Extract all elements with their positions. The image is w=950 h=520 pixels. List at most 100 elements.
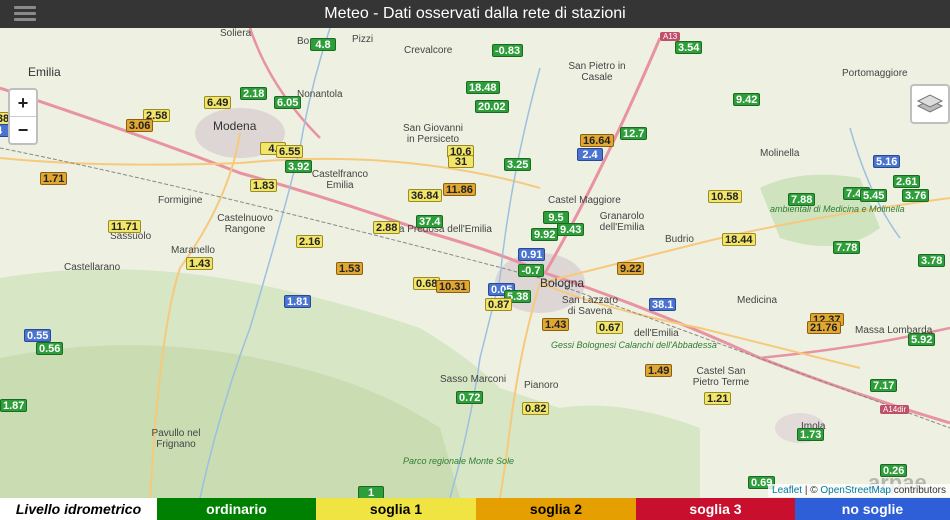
- station-marker[interactable]: 38.1: [649, 298, 677, 311]
- station-marker[interactable]: 9.22: [617, 262, 645, 275]
- station-marker[interactable]: 5.45: [860, 189, 888, 202]
- station-marker[interactable]: 3.25: [504, 158, 532, 171]
- map-attribution: Leaflet | © OpenStreetMap contributors: [768, 484, 950, 497]
- station-marker[interactable]: 6.05: [274, 96, 302, 109]
- station-marker[interactable]: 2.4: [577, 148, 603, 161]
- place-molinella: Molinella: [760, 148, 800, 159]
- station-marker[interactable]: 0.55: [24, 329, 52, 342]
- place-sasso-marconi: Sasso Marconi: [440, 374, 507, 385]
- station-marker[interactable]: 0.67: [596, 321, 624, 334]
- zoom-in-button[interactable]: +: [10, 90, 36, 116]
- place-san-lazzaro: San Lazzaro di Savena: [561, 295, 619, 317]
- place-castelfranco-emilia: Castelfranco Emilia: [311, 169, 369, 191]
- station-marker[interactable]: 10.58: [708, 190, 742, 203]
- station-marker[interactable]: 9.42: [733, 93, 761, 106]
- place-bologna: Bologna: [540, 276, 585, 290]
- station-marker[interactable]: 1.81: [284, 295, 312, 308]
- station-marker[interactable]: 0.72: [456, 391, 484, 404]
- station-marker[interactable]: 5.92: [908, 333, 936, 346]
- place-castel-maggiore: Castel Maggiore: [548, 195, 621, 206]
- station-marker[interactable]: 31: [448, 155, 474, 168]
- station-marker[interactable]: 5.16: [873, 155, 901, 168]
- station-marker[interactable]: 2.61: [893, 175, 921, 188]
- place-medicina: Medicina: [737, 295, 778, 306]
- station-marker[interactable]: 1.73: [797, 428, 825, 441]
- station-marker[interactable]: 1.71: [40, 172, 68, 185]
- place-castelnuovo-rangone: Castelnuovo Rangone: [217, 213, 273, 235]
- station-marker[interactable]: 1.87: [0, 399, 28, 412]
- station-marker[interactable]: 3.54: [675, 41, 703, 54]
- station-marker[interactable]: 0.87: [485, 298, 513, 311]
- station-marker[interactable]: 7.17: [870, 379, 898, 392]
- station-marker[interactable]: 18.48: [466, 81, 500, 94]
- place-nonantola: Nonantola: [297, 89, 343, 100]
- place-formigine: Formigine: [158, 195, 203, 206]
- station-marker[interactable]: 16.64: [580, 134, 614, 147]
- station-marker[interactable]: 1.49: [645, 364, 673, 377]
- legend-soglia-2: soglia 2: [476, 498, 636, 520]
- place-castellarano: Castellarano: [64, 262, 121, 273]
- place-crevalcore: Crevalcore: [404, 45, 453, 56]
- station-marker[interactable]: 3.06: [126, 119, 154, 132]
- station-marker[interactable]: 1: [358, 486, 384, 498]
- attribution-sep: | ©: [802, 485, 821, 496]
- station-marker[interactable]: 9.92: [531, 228, 559, 241]
- station-marker[interactable]: 7.78: [833, 241, 861, 254]
- station-marker[interactable]: 1.43: [542, 318, 570, 331]
- station-marker[interactable]: 10.31: [436, 280, 470, 293]
- place-maranello: Maranello: [171, 245, 215, 256]
- station-marker[interactable]: 3.76: [902, 189, 930, 202]
- place-ozzano: dell'Emilia: [634, 328, 679, 339]
- road-a14dir: A14dir: [880, 405, 910, 414]
- leaflet-link[interactable]: Leaflet: [772, 485, 802, 496]
- station-marker[interactable]: 11.71: [108, 220, 141, 233]
- osm-link[interactable]: OpenStreetMap: [820, 485, 891, 496]
- station-marker[interactable]: -0.83: [492, 44, 524, 57]
- place-gessi: Gessi Bolognesi Calanchi dell'Abbadessa: [551, 340, 717, 350]
- place-pianoro: Pianoro: [524, 380, 559, 391]
- station-marker[interactable]: 1.43: [186, 257, 214, 270]
- map-view[interactable]: Soliera Bo Pizzi Crevalcore San Pietro i…: [0, 28, 950, 498]
- zoom-out-button[interactable]: −: [10, 116, 36, 143]
- station-marker[interactable]: 4.8: [310, 38, 336, 51]
- place-portomaggiore: Portomaggiore: [842, 68, 908, 79]
- station-marker[interactable]: 1.21: [704, 392, 732, 405]
- app-header: Meteo - Dati osservati dalla rete di sta…: [0, 0, 950, 28]
- station-marker[interactable]: 0.82: [522, 402, 550, 415]
- station-marker[interactable]: 0.56: [36, 342, 64, 355]
- station-marker[interactable]: 18.44: [722, 233, 756, 246]
- station-marker[interactable]: 36.84: [408, 189, 442, 202]
- station-marker[interactable]: 20.02: [475, 100, 509, 113]
- station-marker[interactable]: 7.88: [788, 193, 816, 206]
- station-marker[interactable]: -0.7: [518, 264, 544, 277]
- station-marker[interactable]: 11.86: [443, 183, 476, 196]
- place-emilia-frag: Emilia: [28, 65, 61, 79]
- place-san-pietro-in-casale: San Pietro in Casale: [568, 61, 626, 83]
- place-granarolo: Granarolo dell'Emilia: [599, 211, 645, 233]
- station-marker[interactable]: 3.78: [918, 254, 946, 267]
- station-marker[interactable]: 6.49: [204, 96, 232, 109]
- station-marker[interactable]: 2.18: [240, 87, 268, 100]
- legend-ordinario: ordinario: [157, 498, 316, 520]
- station-marker[interactable]: 6.55: [276, 145, 304, 158]
- station-marker[interactable]: 2.88: [373, 221, 401, 234]
- station-marker[interactable]: 12.7: [620, 127, 648, 140]
- station-marker[interactable]: 2.16: [296, 235, 324, 248]
- station-marker[interactable]: 3.92: [285, 160, 313, 173]
- layers-button[interactable]: [910, 84, 950, 124]
- station-marker[interactable]: 21.76: [807, 321, 841, 334]
- station-marker[interactable]: 9.43: [557, 223, 585, 236]
- legend-soglia-3: soglia 3: [636, 498, 795, 520]
- station-marker[interactable]: 1.83: [250, 179, 278, 192]
- place-pizzi: Pizzi: [352, 34, 374, 45]
- legend-bar: Livello idrometrico ordinario soglia 1 s…: [0, 498, 950, 520]
- station-marker[interactable]: 0.91: [518, 248, 546, 261]
- place-san-giovanni-in-persiceto: San Giovanni in Persiceto: [402, 123, 464, 145]
- place-castel-san-pietro: Castel San Pietro Terme: [692, 366, 750, 388]
- place-soliera: Soliera: [220, 28, 252, 39]
- station-marker[interactable]: 37.4: [416, 215, 444, 228]
- station-marker[interactable]: 1.53: [336, 262, 364, 275]
- place-budrio: Budrio: [665, 234, 694, 245]
- zoom-control: + −: [8, 88, 38, 145]
- attribution-rest: contributors: [890, 485, 946, 496]
